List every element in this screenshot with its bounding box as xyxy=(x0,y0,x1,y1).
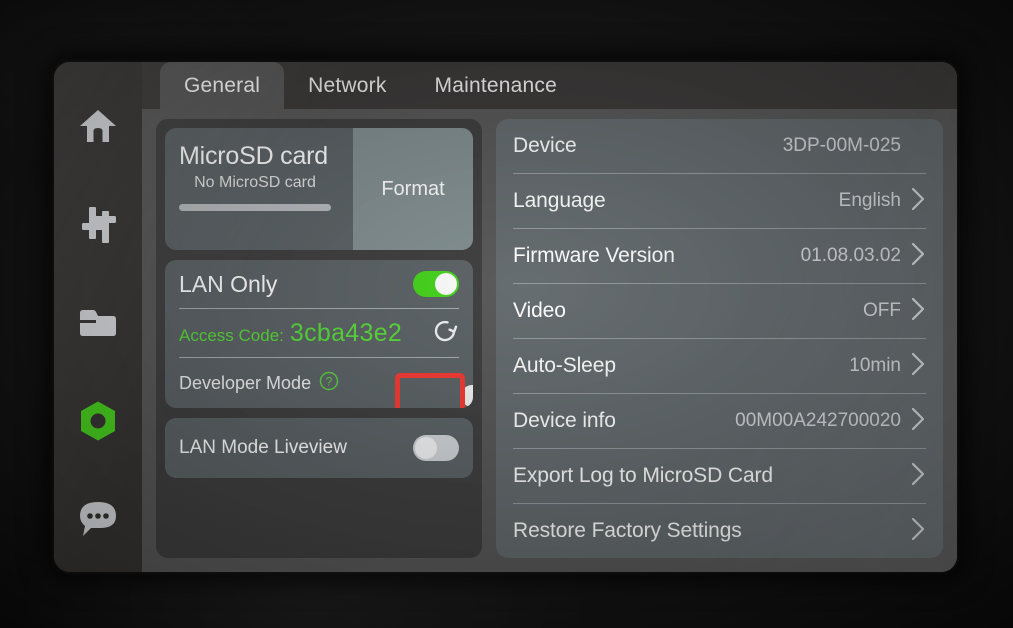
question-circle-icon[interactable]: ? xyxy=(319,371,339,396)
lan-only-label: LAN Only xyxy=(179,270,278,297)
access-code-row: Access Code: 3cba43e2 xyxy=(179,309,459,357)
lan-card: LAN Only Access Code: 3cba43e2 Developer… xyxy=(165,260,473,408)
setting-value: 10min xyxy=(849,355,901,376)
developer-mode-toggle-knob xyxy=(461,385,473,407)
setting-row-auto-sleep[interactable]: Auto-Sleep 10min xyxy=(513,339,926,394)
left-column: MicroSD card No MicroSD card Format LAN … xyxy=(156,119,482,558)
setting-value: 00M00A242700020 xyxy=(735,410,901,431)
folder-icon xyxy=(78,307,118,339)
sidebar-item-home[interactable] xyxy=(69,98,127,156)
access-code-label: Access Code: xyxy=(179,325,284,345)
format-button[interactable]: Format xyxy=(353,128,473,250)
developer-mode-group: Developer Mode ? xyxy=(179,371,339,396)
sidebar-item-messages[interactable] xyxy=(69,490,127,548)
setting-label: Restore Factory Settings xyxy=(513,519,742,542)
chevron-right-icon[interactable] xyxy=(911,242,926,271)
chevron-right-icon[interactable] xyxy=(911,517,926,546)
setting-label: Device xyxy=(513,134,577,157)
setting-row-firmware-version[interactable]: Firmware Version 01.08.03.02 xyxy=(513,229,926,284)
tab-general[interactable]: General xyxy=(160,62,285,109)
setting-label: Firmware Version xyxy=(513,244,675,267)
setting-value: OFF xyxy=(863,300,901,321)
setting-row-restore-factory-settings[interactable]: Restore Factory Settings xyxy=(513,504,926,558)
lan-only-row[interactable]: LAN Only xyxy=(179,260,459,308)
developer-mode-label: Developer Mode xyxy=(179,372,312,393)
setting-row-language[interactable]: Language English xyxy=(513,174,926,229)
setting-label: Language xyxy=(513,189,606,212)
microsd-capacity-bar xyxy=(179,204,331,211)
developer-mode-highlight-box xyxy=(395,373,465,408)
microsd-status: No MicroSD card xyxy=(194,174,316,191)
sidebar-item-tune[interactable] xyxy=(69,196,127,254)
panes-container: MicroSD card No MicroSD card Format LAN … xyxy=(142,109,957,572)
setting-label: Device info xyxy=(513,409,616,432)
setting-row-export-log[interactable]: Export Log to MicroSD Card xyxy=(513,449,926,504)
home-icon xyxy=(78,108,118,146)
setting-value: 01.08.03.02 xyxy=(800,245,901,266)
microsd-info: MicroSD card No MicroSD card xyxy=(165,128,353,250)
setting-row-video[interactable]: Video OFF xyxy=(513,284,926,339)
content-area: General Network Maintenance MicroSD card… xyxy=(142,62,957,572)
microsd-title: MicroSD card xyxy=(179,142,329,170)
chevron-right-icon[interactable] xyxy=(911,462,926,491)
device-photo-background: General Network Maintenance MicroSD card… xyxy=(0,0,1013,628)
hex-nut-icon xyxy=(77,400,119,442)
setting-label: Export Log to MicroSD Card xyxy=(513,464,774,487)
chevron-right-icon[interactable] xyxy=(911,297,926,326)
setting-row-device[interactable]: Device 3DP-00M-025 xyxy=(513,119,926,174)
chevron-right-icon[interactable] xyxy=(911,352,926,381)
chat-bubble-icon xyxy=(77,500,119,538)
setting-label: Auto-Sleep xyxy=(513,354,616,377)
refresh-icon[interactable] xyxy=(431,317,459,350)
lan-mode-liveview-card[interactable]: LAN Mode Liveview xyxy=(165,418,473,478)
tab-maintenance[interactable]: Maintenance xyxy=(411,62,581,109)
sidebar-item-settings[interactable] xyxy=(69,392,127,450)
developer-mode-row[interactable]: Developer Mode ? xyxy=(179,358,473,408)
sidebar-nav xyxy=(54,62,142,572)
setting-label: Video xyxy=(513,299,566,322)
chevron-right-icon[interactable] xyxy=(911,187,926,216)
access-code-value: 3cba43e2 xyxy=(289,318,403,347)
lan-mode-liveview-toggle[interactable] xyxy=(413,435,459,461)
settings-list: Device 3DP-00M-025 Language English Firm… xyxy=(496,119,943,558)
sliders-icon xyxy=(78,205,118,245)
setting-value: English xyxy=(838,190,901,211)
tab-network[interactable]: Network xyxy=(284,62,410,109)
sidebar-item-files[interactable] xyxy=(69,294,127,352)
lan-mode-liveview-label: LAN Mode Liveview xyxy=(179,437,347,458)
lan-mode-liveview-toggle-knob xyxy=(415,437,437,459)
svg-text:?: ? xyxy=(326,374,333,388)
lan-only-toggle-knob xyxy=(435,273,457,295)
tab-bar: General Network Maintenance xyxy=(142,62,957,109)
setting-row-device-info[interactable]: Device info 00M00A242700020 xyxy=(513,394,926,449)
access-code-group: Access Code: 3cba43e2 xyxy=(179,319,402,348)
device-screen: General Network Maintenance MicroSD card… xyxy=(54,62,957,572)
chevron-right-icon[interactable] xyxy=(911,407,926,436)
setting-value: 3DP-00M-025 xyxy=(782,135,901,156)
lan-only-toggle[interactable] xyxy=(413,271,459,297)
microsd-card: MicroSD card No MicroSD card Format xyxy=(165,128,473,250)
